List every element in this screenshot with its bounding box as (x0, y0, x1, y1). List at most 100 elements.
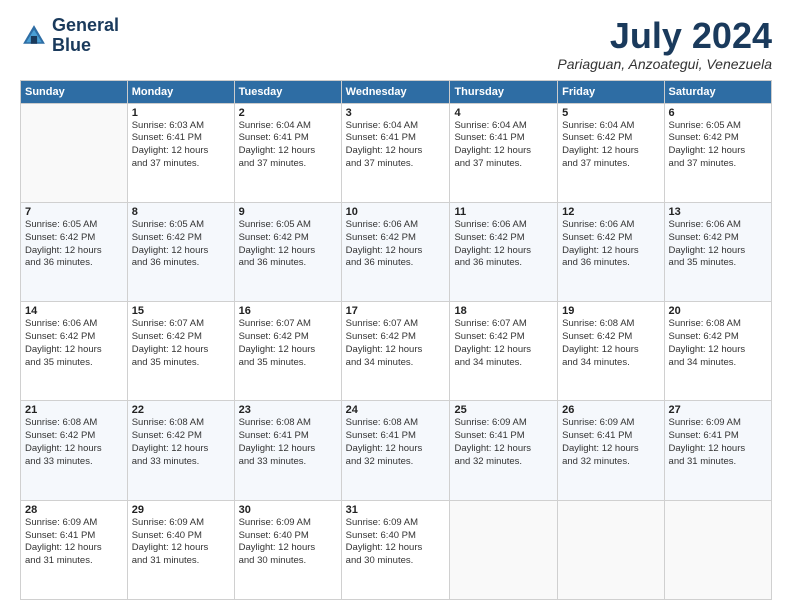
day-info: Sunrise: 6:04 AM Sunset: 6:41 PM Dayligh… (346, 120, 446, 171)
day-info: Sunrise: 6:05 AM Sunset: 6:42 PM Dayligh… (239, 219, 337, 270)
calendar-cell (450, 500, 558, 599)
day-number: 2 (239, 107, 337, 119)
calendar-cell: 27Sunrise: 6:09 AM Sunset: 6:41 PM Dayli… (664, 401, 771, 500)
calendar-cell: 19Sunrise: 6:08 AM Sunset: 6:42 PM Dayli… (558, 302, 664, 401)
weekday-header-sunday: Sunday (21, 80, 128, 103)
calendar-cell: 5Sunrise: 6:04 AM Sunset: 6:42 PM Daylig… (558, 103, 664, 202)
calendar-cell: 23Sunrise: 6:08 AM Sunset: 6:41 PM Dayli… (234, 401, 341, 500)
logo: General Blue (20, 16, 119, 56)
day-info: Sunrise: 6:06 AM Sunset: 6:42 PM Dayligh… (669, 219, 767, 270)
day-number: 10 (346, 206, 446, 218)
weekday-header-saturday: Saturday (664, 80, 771, 103)
calendar-cell (21, 103, 128, 202)
header: General Blue July 2024 Pariaguan, Anzoat… (20, 16, 772, 72)
day-info: Sunrise: 6:09 AM Sunset: 6:40 PM Dayligh… (239, 517, 337, 568)
calendar-cell: 7Sunrise: 6:05 AM Sunset: 6:42 PM Daylig… (21, 202, 128, 301)
weekday-header-monday: Monday (127, 80, 234, 103)
weekday-header-friday: Friday (558, 80, 664, 103)
day-number: 18 (454, 305, 553, 317)
calendar-cell: 26Sunrise: 6:09 AM Sunset: 6:41 PM Dayli… (558, 401, 664, 500)
day-number: 16 (239, 305, 337, 317)
calendar-cell: 22Sunrise: 6:08 AM Sunset: 6:42 PM Dayli… (127, 401, 234, 500)
day-info: Sunrise: 6:09 AM Sunset: 6:41 PM Dayligh… (454, 417, 553, 468)
day-info: Sunrise: 6:08 AM Sunset: 6:42 PM Dayligh… (132, 417, 230, 468)
calendar-cell: 3Sunrise: 6:04 AM Sunset: 6:41 PM Daylig… (341, 103, 450, 202)
day-info: Sunrise: 6:08 AM Sunset: 6:42 PM Dayligh… (562, 318, 659, 369)
day-number: 27 (669, 404, 767, 416)
day-info: Sunrise: 6:06 AM Sunset: 6:42 PM Dayligh… (562, 219, 659, 270)
day-number: 22 (132, 404, 230, 416)
calendar-cell (558, 500, 664, 599)
day-info: Sunrise: 6:09 AM Sunset: 6:41 PM Dayligh… (669, 417, 767, 468)
day-number: 12 (562, 206, 659, 218)
day-info: Sunrise: 6:07 AM Sunset: 6:42 PM Dayligh… (132, 318, 230, 369)
calendar-cell: 13Sunrise: 6:06 AM Sunset: 6:42 PM Dayli… (664, 202, 771, 301)
weekday-header-row: SundayMondayTuesdayWednesdayThursdayFrid… (21, 80, 772, 103)
day-info: Sunrise: 6:04 AM Sunset: 6:42 PM Dayligh… (562, 120, 659, 171)
day-info: Sunrise: 6:08 AM Sunset: 6:42 PM Dayligh… (669, 318, 767, 369)
day-number: 30 (239, 504, 337, 516)
calendar-cell: 15Sunrise: 6:07 AM Sunset: 6:42 PM Dayli… (127, 302, 234, 401)
page: General Blue July 2024 Pariaguan, Anzoat… (0, 0, 792, 612)
day-info: Sunrise: 6:09 AM Sunset: 6:41 PM Dayligh… (25, 517, 123, 568)
calendar-cell: 24Sunrise: 6:08 AM Sunset: 6:41 PM Dayli… (341, 401, 450, 500)
day-number: 6 (669, 107, 767, 119)
day-number: 1 (132, 107, 230, 119)
day-number: 17 (346, 305, 446, 317)
calendar-cell: 9Sunrise: 6:05 AM Sunset: 6:42 PM Daylig… (234, 202, 341, 301)
calendar-cell: 29Sunrise: 6:09 AM Sunset: 6:40 PM Dayli… (127, 500, 234, 599)
title-block: July 2024 Pariaguan, Anzoategui, Venezue… (557, 16, 772, 72)
day-info: Sunrise: 6:09 AM Sunset: 6:40 PM Dayligh… (346, 517, 446, 568)
day-info: Sunrise: 6:06 AM Sunset: 6:42 PM Dayligh… (454, 219, 553, 270)
calendar-cell: 10Sunrise: 6:06 AM Sunset: 6:42 PM Dayli… (341, 202, 450, 301)
day-info: Sunrise: 6:06 AM Sunset: 6:42 PM Dayligh… (25, 318, 123, 369)
day-info: Sunrise: 6:09 AM Sunset: 6:40 PM Dayligh… (132, 517, 230, 568)
calendar-cell (664, 500, 771, 599)
day-info: Sunrise: 6:08 AM Sunset: 6:41 PM Dayligh… (346, 417, 446, 468)
day-info: Sunrise: 6:04 AM Sunset: 6:41 PM Dayligh… (239, 120, 337, 171)
calendar-cell: 6Sunrise: 6:05 AM Sunset: 6:42 PM Daylig… (664, 103, 771, 202)
calendar-cell: 31Sunrise: 6:09 AM Sunset: 6:40 PM Dayli… (341, 500, 450, 599)
day-info: Sunrise: 6:05 AM Sunset: 6:42 PM Dayligh… (25, 219, 123, 270)
day-info: Sunrise: 6:09 AM Sunset: 6:41 PM Dayligh… (562, 417, 659, 468)
day-number: 7 (25, 206, 123, 218)
day-number: 4 (454, 107, 553, 119)
calendar-table: SundayMondayTuesdayWednesdayThursdayFrid… (20, 80, 772, 600)
calendar-cell: 1Sunrise: 6:03 AM Sunset: 6:41 PM Daylig… (127, 103, 234, 202)
calendar-cell: 14Sunrise: 6:06 AM Sunset: 6:42 PM Dayli… (21, 302, 128, 401)
day-info: Sunrise: 6:07 AM Sunset: 6:42 PM Dayligh… (239, 318, 337, 369)
day-number: 20 (669, 305, 767, 317)
day-info: Sunrise: 6:03 AM Sunset: 6:41 PM Dayligh… (132, 120, 230, 171)
week-row-2: 7Sunrise: 6:05 AM Sunset: 6:42 PM Daylig… (21, 202, 772, 301)
week-row-3: 14Sunrise: 6:06 AM Sunset: 6:42 PM Dayli… (21, 302, 772, 401)
day-number: 11 (454, 206, 553, 218)
day-number: 9 (239, 206, 337, 218)
day-info: Sunrise: 6:07 AM Sunset: 6:42 PM Dayligh… (346, 318, 446, 369)
day-info: Sunrise: 6:06 AM Sunset: 6:42 PM Dayligh… (346, 219, 446, 270)
day-number: 15 (132, 305, 230, 317)
day-number: 5 (562, 107, 659, 119)
calendar-cell: 12Sunrise: 6:06 AM Sunset: 6:42 PM Dayli… (558, 202, 664, 301)
calendar-cell: 11Sunrise: 6:06 AM Sunset: 6:42 PM Dayli… (450, 202, 558, 301)
weekday-header-tuesday: Tuesday (234, 80, 341, 103)
calendar-cell: 30Sunrise: 6:09 AM Sunset: 6:40 PM Dayli… (234, 500, 341, 599)
week-row-4: 21Sunrise: 6:08 AM Sunset: 6:42 PM Dayli… (21, 401, 772, 500)
day-info: Sunrise: 6:07 AM Sunset: 6:42 PM Dayligh… (454, 318, 553, 369)
day-info: Sunrise: 6:05 AM Sunset: 6:42 PM Dayligh… (669, 120, 767, 171)
day-info: Sunrise: 6:08 AM Sunset: 6:41 PM Dayligh… (239, 417, 337, 468)
day-number: 8 (132, 206, 230, 218)
day-number: 19 (562, 305, 659, 317)
weekday-header-wednesday: Wednesday (341, 80, 450, 103)
week-row-5: 28Sunrise: 6:09 AM Sunset: 6:41 PM Dayli… (21, 500, 772, 599)
calendar-cell: 28Sunrise: 6:09 AM Sunset: 6:41 PM Dayli… (21, 500, 128, 599)
day-number: 23 (239, 404, 337, 416)
week-row-1: 1Sunrise: 6:03 AM Sunset: 6:41 PM Daylig… (21, 103, 772, 202)
calendar-cell: 8Sunrise: 6:05 AM Sunset: 6:42 PM Daylig… (127, 202, 234, 301)
calendar-cell: 16Sunrise: 6:07 AM Sunset: 6:42 PM Dayli… (234, 302, 341, 401)
logo-text: General Blue (52, 16, 119, 56)
day-number: 29 (132, 504, 230, 516)
calendar-cell: 2Sunrise: 6:04 AM Sunset: 6:41 PM Daylig… (234, 103, 341, 202)
day-number: 26 (562, 404, 659, 416)
calendar-cell: 17Sunrise: 6:07 AM Sunset: 6:42 PM Dayli… (341, 302, 450, 401)
main-title: July 2024 (557, 16, 772, 56)
